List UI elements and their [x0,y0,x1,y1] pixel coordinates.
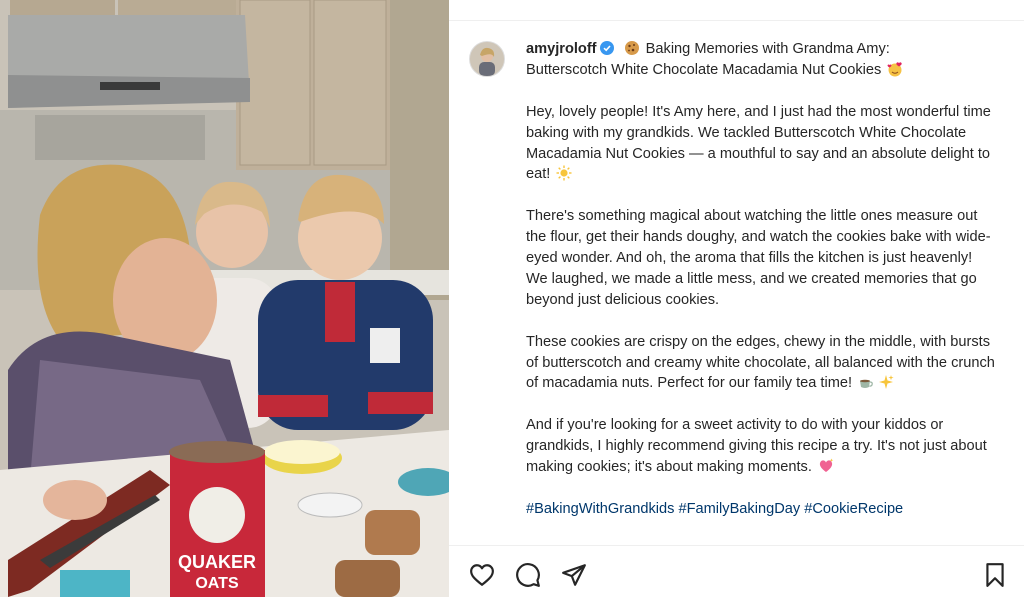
caption-paragraph-3: These cookies are crispy on the edges, c… [526,332,996,395]
paper-plane-icon[interactable] [561,562,587,588]
oats-label-top: QUAKER [178,552,256,572]
username-link[interactable]: amyjroloff [526,41,597,57]
comment-icon[interactable] [515,562,541,588]
profile-photo [470,42,504,76]
post-actions-bar [449,545,1024,598]
hashtags[interactable]: #BakingWithGrandkids #FamilyBakingDay #C… [526,499,996,520]
bookmark-icon[interactable] [982,562,1008,588]
sparkles-emoji [879,375,894,390]
oats-label-bottom: OATS [195,575,239,592]
caption-paragraph-1: Hey, lovely people! It's Amy here, and I… [526,102,996,186]
header-strip [449,0,1024,21]
teacup-emoji [860,380,874,389]
verified-badge-icon [599,41,614,55]
caption: amyjroloff Baking Memories with Grandma … [526,39,996,541]
caption-title: amyjroloff Baking Memories with Grandma … [526,39,996,81]
caption-paragraph-4: And if you're looking for a sweet activi… [526,415,996,478]
caption-paragraph-4-text: And if you're looking for a sweet activi… [526,417,991,476]
caption-paragraph-2: There's something magical about watching… [526,208,991,308]
heart-icon[interactable] [469,562,495,588]
sparkling-heart-emoji [819,458,834,473]
smiling-face-with-hearts-emoji [887,62,903,77]
avatar[interactable] [469,41,505,77]
caption-paragraph-3-text: These cookies are crispy on the edges, c… [526,333,999,392]
caption-paragraph-1-text: Hey, lovely people! It's Amy here, and I… [526,103,995,183]
post-details-pane: amyjroloff Baking Memories with Grandma … [449,0,1024,598]
post-title-line-2: Butterscotch White Chocolate Macadamia N… [526,61,882,78]
post-media[interactable]: QUAKER OATS [0,0,449,597]
post-caption-area: amyjroloff Baking Memories with Grandma … [449,21,1024,544]
post-title-line-1: Baking Memories with Grandma Amy: [645,41,890,57]
sun-emoji [556,165,572,181]
kitchen-photo: QUAKER OATS [0,0,449,597]
cookie-emoji [624,41,639,55]
